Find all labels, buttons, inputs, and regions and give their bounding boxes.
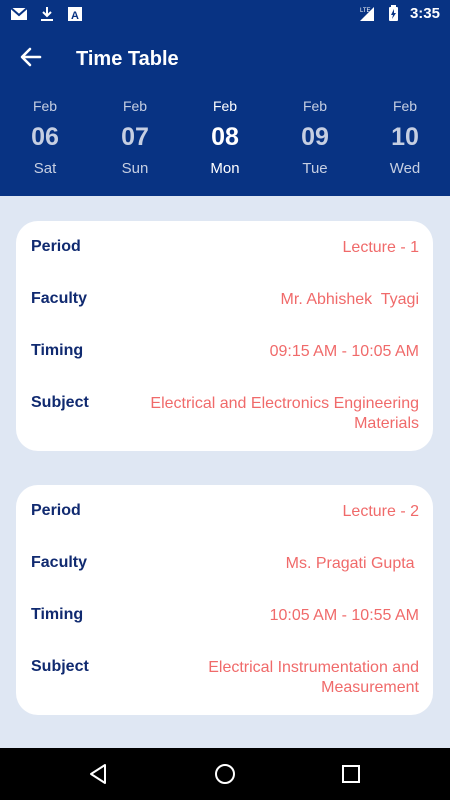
- status-right-icons: LTE 3:35: [358, 4, 440, 22]
- date-month: Feb: [32, 98, 58, 114]
- subject-value: Electrical Instrumentation and Measureme…: [208, 659, 419, 696]
- date-month: Feb: [302, 98, 328, 114]
- date-item-06[interactable]: Feb 06 Sat: [0, 96, 90, 186]
- subject-label: Subject: [31, 394, 89, 411]
- svg-text:A: A: [71, 10, 79, 22]
- date-day: 07: [121, 123, 149, 151]
- date-weekday: Sat: [33, 160, 57, 177]
- home-circle-icon[interactable]: [213, 762, 237, 786]
- period-label: Period: [31, 502, 81, 519]
- period-value: Lecture - 1: [342, 239, 419, 256]
- status-time: 3:35: [409, 4, 440, 22]
- lecture-card-1: Period Lecture - 1 Faculty Mr. Abhishek …: [16, 221, 433, 451]
- date-item-10[interactable]: Feb 10 Wed: [360, 96, 450, 186]
- page-title: Time Table: [76, 48, 179, 70]
- date-weekday: Tue: [302, 160, 328, 177]
- date-selector: Feb 06 Sat Feb 07 Sun Feb 08 Mon Feb 09 …: [0, 96, 450, 186]
- status-left-icons: A: [10, 5, 84, 23]
- date-weekday: Sun: [121, 160, 149, 177]
- date-item-07[interactable]: Feb 07 Sun: [90, 96, 180, 186]
- signal-icon: LTE: [359, 7, 374, 21]
- back-triangle-icon[interactable]: [86, 762, 110, 786]
- lecture-card-2: Period Lecture - 2 Faculty Ms. Pragati G…: [16, 485, 433, 715]
- app-bar: Time Table Feb 06 Sat Feb 07 Sun Feb 08 …: [0, 28, 450, 196]
- status-bar: A LTE 3:35: [0, 0, 450, 28]
- arrow-left-icon[interactable]: [18, 44, 44, 70]
- timing-label: Timing: [31, 606, 84, 623]
- date-item-09[interactable]: Feb 09 Tue: [270, 96, 360, 186]
- faculty-label: Faculty: [31, 290, 88, 307]
- date-month: Feb: [392, 98, 418, 114]
- date-weekday: Mon: [210, 160, 240, 177]
- system-nav-bar: [0, 748, 450, 800]
- date-day: 08: [211, 123, 239, 151]
- gmail-icon: [10, 7, 28, 20]
- timing-value: 10:05 AM - 10:55 AM: [269, 607, 419, 624]
- recents-square-icon[interactable]: [339, 762, 363, 786]
- date-day: 10: [391, 123, 419, 151]
- app-a-icon: A: [68, 7, 82, 22]
- timetable-list: Period Lecture - 1 Faculty Mr. Abhishek …: [0, 196, 450, 748]
- date-item-08-selected[interactable]: Feb 08 Mon: [180, 96, 270, 186]
- period-label: Period: [31, 238, 81, 255]
- faculty-label: Faculty: [31, 554, 88, 571]
- faculty-value: Mr. Abhishek Tyagi: [280, 291, 419, 308]
- date-day: 06: [31, 123, 59, 151]
- subject-value: Electrical and Electronics Engineering M…: [150, 395, 419, 432]
- battery-icon: [388, 5, 398, 21]
- date-weekday: Wed: [389, 160, 421, 177]
- period-value: Lecture - 2: [342, 503, 419, 520]
- date-month: Feb: [212, 98, 238, 114]
- date-month: Feb: [122, 98, 148, 114]
- timing-value: 09:15 AM - 10:05 AM: [269, 343, 419, 360]
- faculty-value: Ms. Pragati Gupta: [285, 555, 419, 572]
- timing-label: Timing: [31, 342, 84, 359]
- date-day: 09: [301, 123, 329, 151]
- network-type: LTE: [360, 8, 371, 14]
- download-icon: [41, 7, 53, 21]
- subject-label: Subject: [31, 658, 89, 675]
